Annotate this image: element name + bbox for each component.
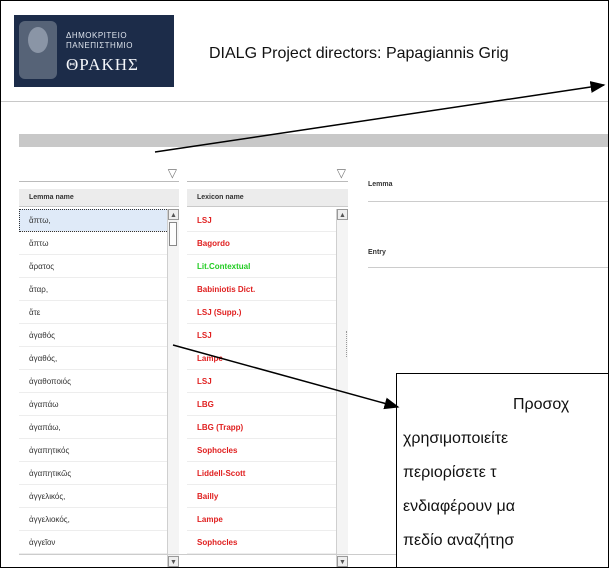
scroll-down-arrow-icon[interactable]: ▼ xyxy=(168,556,179,567)
scroll-up-arrow-icon[interactable]: ▲ xyxy=(337,209,348,220)
callout-line-4: ενδιαφέρουν μα xyxy=(403,498,516,515)
screenshot-frame: ΔΗΜΟΚΡΙΤΕΙΟ ΠΑΝΕΠΙΣΤΗΜΙΟ ΘΡΑΚΗΣ DIALG Pr… xyxy=(0,0,609,568)
filter-funnel-icon[interactable]: ▽ xyxy=(168,167,177,179)
entry-field xyxy=(368,267,608,268)
lemma-list-item[interactable]: ἀγαθός, xyxy=(19,347,179,370)
lemma-list-item[interactable]: ἀγαπάω, xyxy=(19,416,179,439)
scroll-thumb[interactable] xyxy=(169,222,177,246)
lexicon-list-item[interactable]: LBG (Trapp) xyxy=(187,416,348,439)
lexicon-list-item[interactable]: Lampe xyxy=(187,347,348,370)
lexicon-column-header[interactable]: Lexicon name xyxy=(187,189,348,207)
lemma-list-item[interactable]: ἄταρ, xyxy=(19,278,179,301)
lexicon-filter-input[interactable]: ▽ xyxy=(187,167,348,182)
lexicon-list-panel: ▽ Lexicon name LSJ Bagordo Lit.Contextual B… xyxy=(187,161,348,567)
lemma-list-item[interactable]: ἀγαθός xyxy=(19,324,179,347)
lemma-list-scrollbar[interactable]: ▲ ▼ xyxy=(167,209,179,567)
lexicon-list-item[interactable]: Babiniotis Dict. xyxy=(187,278,348,301)
callout-line-1: Προσοχ xyxy=(513,396,570,413)
lemma-field xyxy=(368,201,608,202)
lexicon-list-item[interactable]: Bailly xyxy=(187,485,348,508)
lemma-list-item[interactable]: ἅπτω, xyxy=(19,209,179,232)
lexicon-list-item[interactable]: Liddell-Scott xyxy=(187,462,348,485)
lemma-list-panel: ▽ Lemma name ἅπτω, ἅπτω ἄρατος ἄταρ, ἄτε ἀγαθ… xyxy=(19,161,179,567)
lexicon-list-item[interactable]: Sophocles xyxy=(187,439,348,462)
lexicon-list-item[interactable]: LBG xyxy=(187,393,348,416)
lexicon-list-scrollbar[interactable]: ▲ ▼ xyxy=(336,209,348,567)
callout-line-5: πεδίο αναζήτησ xyxy=(403,532,515,549)
seal-icon xyxy=(19,21,57,79)
lexicon-list-item[interactable]: LSJ xyxy=(187,324,348,347)
lemma-list-item[interactable]: ἄτε xyxy=(19,301,179,324)
university-logo: ΔΗΜΟΚΡΙΤΕΙΟ ΠΑΝΕΠΙΣΤΗΜΙΟ ΘΡΑΚΗΣ xyxy=(14,15,174,87)
lemma-field-label: Lemma xyxy=(368,181,393,188)
lemma-list-item[interactable]: ἀγαπητικός xyxy=(19,439,179,462)
lexicon-list-item[interactable]: Lampe xyxy=(187,508,348,531)
lemma-list-item[interactable]: ἀγαπάω xyxy=(19,393,179,416)
lemma-list-item[interactable]: ἅπτω xyxy=(19,232,179,255)
callout-line-2: χρησιμοποιείτε xyxy=(403,430,509,447)
lexicon-list-item[interactable]: LSJ xyxy=(187,370,348,393)
toolbar-strip xyxy=(19,134,608,147)
page-title: DIALG Project directors: Papagiannis Gri… xyxy=(209,45,509,62)
lemma-list-item[interactable]: ἀγγελιοκός, xyxy=(19,508,179,531)
filter-funnel-icon[interactable]: ▽ xyxy=(337,167,346,179)
lexicon-list-item[interactable]: LSJ (Supp.) xyxy=(187,301,348,324)
pane-splitter[interactable] xyxy=(346,331,350,357)
lemma-list-item[interactable]: ἀγαθοποιός xyxy=(19,370,179,393)
lemma-list-item[interactable]: ἀγαπητικῶς xyxy=(19,462,179,485)
lemma-list-item[interactable]: ἄρατος xyxy=(19,255,179,278)
app-header: ΔΗΜΟΚΡΙΤΕΙΟ ΠΑΝΕΠΙΣΤΗΜΙΟ ΘΡΑΚΗΣ DIALG Pr… xyxy=(1,1,608,102)
lemma-list-item[interactable]: ἀγγεῖον xyxy=(19,531,179,554)
callout-line-3: περιορίσετε τ xyxy=(403,464,497,481)
annotation-callout: Προσοχ χρησιμοποιείτε περιορίσετε τ ενδι… xyxy=(396,373,608,567)
lemma-column-header[interactable]: Lemma name xyxy=(19,189,179,207)
logo-line-3: ΘΡΑΚΗΣ xyxy=(66,55,139,74)
logo-line-2: ΠΑΝΕΠΙΣΤΗΜΙΟ xyxy=(66,41,133,50)
lexicon-list-item[interactable]: LSJ xyxy=(187,209,348,232)
logo-line-1: ΔΗΜΟΚΡΙΤΕΙΟ xyxy=(66,31,128,40)
lexicon-list-item[interactable]: Sophocles xyxy=(187,531,348,554)
lexicon-list: LSJ Bagordo Lit.Contextual Babiniotis Dict.… xyxy=(187,209,348,554)
lemma-filter-input[interactable]: ▽ xyxy=(19,167,179,182)
scroll-up-arrow-icon[interactable]: ▲ xyxy=(168,209,179,220)
scroll-down-arrow-icon[interactable]: ▼ xyxy=(337,556,348,567)
lemma-list-item[interactable]: ἀγγελικός, xyxy=(19,485,179,508)
lexicon-list-item[interactable]: Lit.Contextual xyxy=(187,255,348,278)
lemma-list: ἅπτω, ἅπτω ἄρατος ἄταρ, ἄτε ἀγαθός ἀγαθός, ἀγαθ… xyxy=(19,209,179,554)
entry-field-label: Entry xyxy=(368,249,386,256)
lexicon-list-item[interactable]: Bagordo xyxy=(187,232,348,255)
